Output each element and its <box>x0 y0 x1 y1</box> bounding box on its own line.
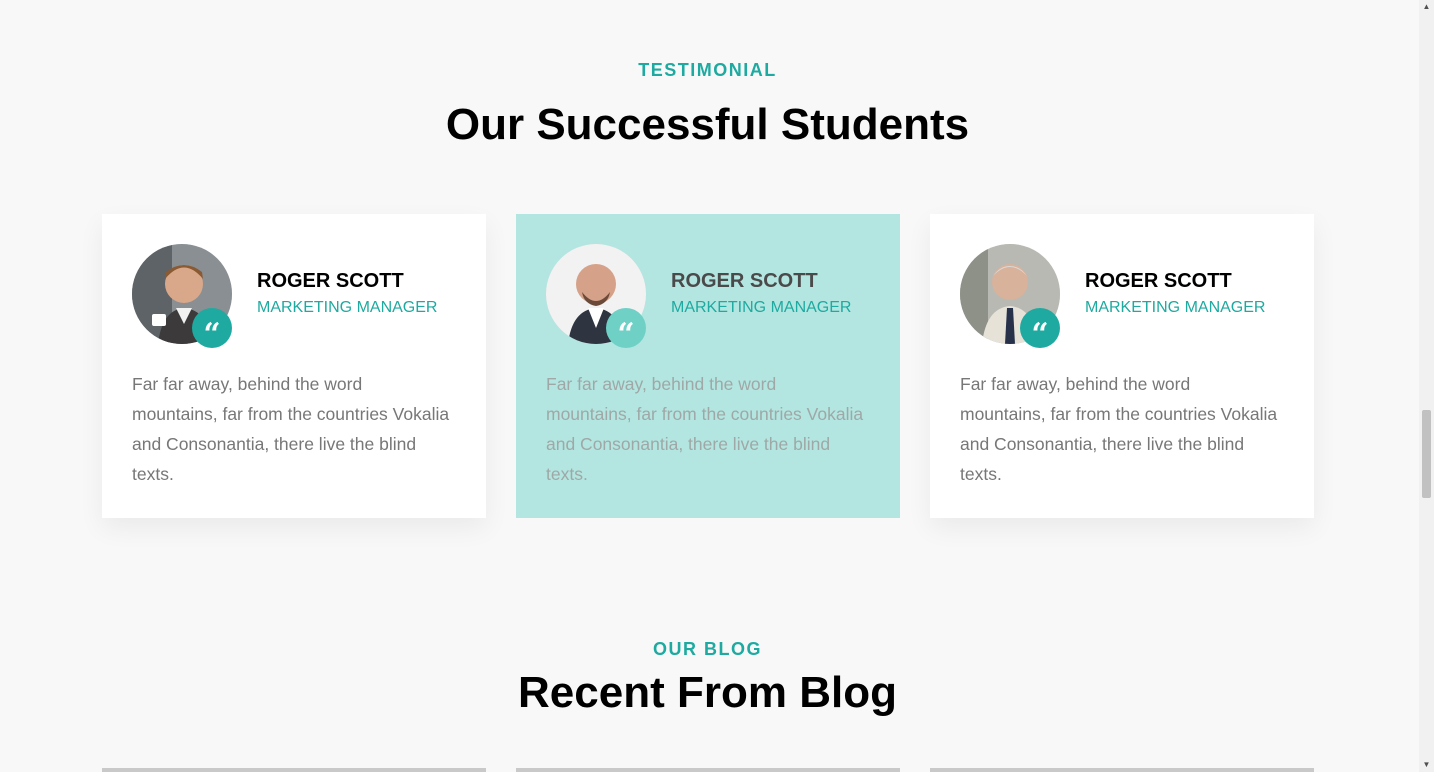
testimonial-name: ROGER SCOTT <box>1085 270 1232 292</box>
scroll-thumb[interactable] <box>1422 410 1431 498</box>
blog-card[interactable] <box>516 768 900 772</box>
quote-icon: “ <box>1020 308 1060 350</box>
blog-heading: Recent From Blog <box>518 668 897 717</box>
testimonial-name: ROGER SCOTT <box>257 270 404 292</box>
scroll-down-icon[interactable]: ▼ <box>1419 758 1434 772</box>
testimonial-role: MARKETING MANAGER <box>671 299 852 316</box>
testimonial-text: Far far away, behind the word mountains,… <box>546 374 864 484</box>
avatar-group: “ <box>960 244 1060 350</box>
testimonial-card-1[interactable]: “ ROGER SCOTT MARKETING MANAGER Far far … <box>102 214 486 518</box>
testimonial-text: Far far away, behind the word mountains,… <box>960 374 1278 484</box>
avatar-group: “ <box>132 244 232 350</box>
blog-cards <box>102 768 1314 772</box>
blog-card[interactable] <box>102 768 486 772</box>
scrollbar[interactable]: ▲ ▼ <box>1419 0 1434 772</box>
testimonial-role: MARKETING MANAGER <box>257 299 438 316</box>
avatar-group: “ <box>546 244 646 350</box>
quote-icon: “ <box>192 308 232 350</box>
page: TESTIMONIAL Our Successful Students “ RO… <box>0 0 1419 772</box>
blog-card[interactable] <box>930 768 1314 772</box>
testimonial-cards: “ ROGER SCOTT MARKETING MANAGER Far far … <box>102 214 1314 518</box>
scroll-up-icon[interactable]: ▲ <box>1419 0 1434 14</box>
testimonial-card-3[interactable]: “ ROGER SCOTT MARKETING MANAGER Far far … <box>930 214 1314 518</box>
testimonial-card-2[interactable]: “ ROGER SCOTT MARKETING MANAGER Far far … <box>516 214 900 518</box>
testimonial-heading: Our Successful Students <box>445 100 970 149</box>
testimonial-text: Far far away, behind the word mountains,… <box>132 374 450 484</box>
testimonial-eyebrow: TESTIMONIAL <box>638 60 777 80</box>
testimonial-role: MARKETING MANAGER <box>1085 299 1266 316</box>
quote-icon: “ <box>606 308 646 350</box>
blog-eyebrow: OUR BLOG <box>653 639 762 659</box>
testimonial-name: ROGER SCOTT <box>671 270 818 292</box>
